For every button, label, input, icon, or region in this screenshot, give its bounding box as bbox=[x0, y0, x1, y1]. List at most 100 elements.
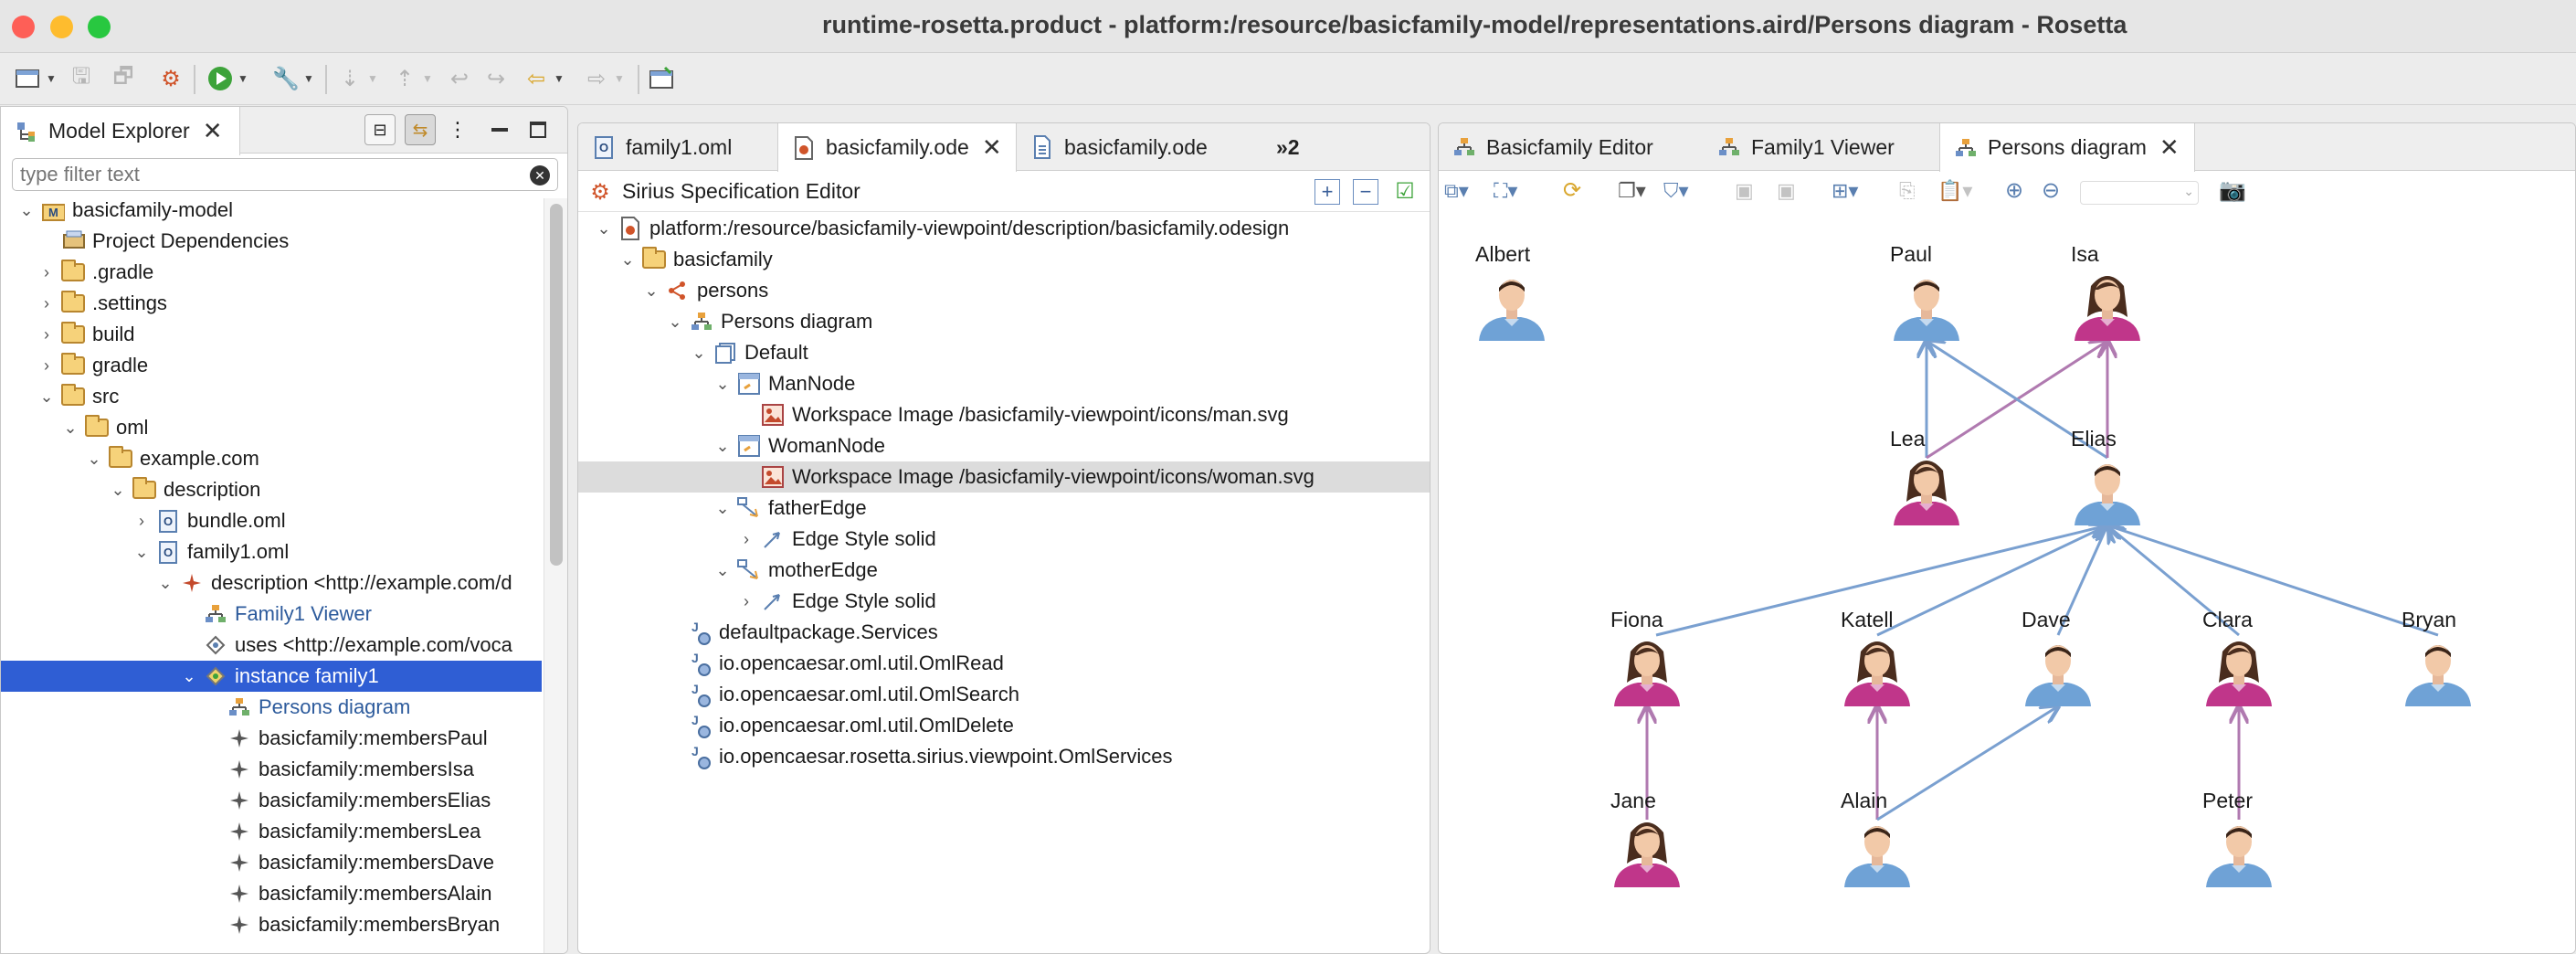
chevron-down-icon[interactable]: ⌄ bbox=[618, 244, 637, 275]
zoom-in-icon[interactable]: ⊕ bbox=[2005, 177, 2023, 204]
tree-item[interactable]: Jio.opencaesar.oml.util.OmlRead bbox=[578, 648, 1430, 679]
paste-format-icon[interactable]: 📋▾ bbox=[1937, 179, 1972, 203]
person-node[interactable]: Alain bbox=[1841, 789, 1941, 907]
tab-basicfamily-ode-2[interactable]: basicfamily.ode bbox=[1017, 123, 1263, 171]
chevron-down-icon[interactable]: ⌄ bbox=[713, 368, 732, 399]
tree-item[interactable]: ⌄ Persons diagram bbox=[578, 306, 1430, 337]
chevron-down-icon[interactable]: ⌄ bbox=[180, 661, 198, 692]
person-node[interactable]: Dave bbox=[2022, 608, 2122, 726]
tree-item[interactable]: › Edge Style solid bbox=[578, 524, 1430, 555]
prev-annotation-button[interactable]: ⇡ ▼ bbox=[389, 61, 433, 96]
tree-item[interactable]: ⌄ WomanNode bbox=[578, 430, 1430, 461]
chevron-down-icon[interactable]: ⌄ bbox=[156, 567, 174, 599]
person-node[interactable]: Albert bbox=[1475, 242, 1576, 361]
tab-family1-viewer[interactable]: Family1 Viewer bbox=[1704, 123, 1939, 171]
chevron-right-icon[interactable]: › bbox=[37, 350, 56, 381]
tree-item[interactable]: basicfamily:membersBryan bbox=[1, 909, 542, 940]
scrollbar-thumb[interactable] bbox=[550, 204, 563, 566]
tree-item[interactable]: uses <http://example.com/voca bbox=[1, 630, 542, 661]
tree-item[interactable]: basicfamily:membersLea bbox=[1, 816, 542, 847]
chevron-down-icon[interactable]: ⌄ bbox=[642, 275, 660, 306]
next-annotation-button[interactable]: ⇣ ▼ bbox=[334, 61, 378, 96]
close-icon[interactable]: ✕ bbox=[2159, 133, 2180, 162]
chevron-down-icon[interactable]: ⌄ bbox=[713, 555, 732, 586]
tree-item[interactable]: basicfamily:membersDave bbox=[1, 847, 542, 878]
person-node[interactable]: Paul bbox=[1890, 242, 1990, 361]
chevron-down-icon[interactable]: ⌄ bbox=[690, 337, 708, 368]
person-node[interactable]: Elias bbox=[2071, 427, 2171, 546]
refresh-icon[interactable]: ⟳ bbox=[1563, 177, 1581, 204]
collapse-all-button[interactable]: ⊟ bbox=[364, 114, 396, 145]
person-node[interactable]: Fiona bbox=[1610, 608, 1711, 726]
tree-item[interactable]: ⌄ description <http://example.com/d bbox=[1, 567, 542, 599]
more-tabs-button[interactable]: »2 bbox=[1263, 123, 1336, 171]
arrange-icon[interactable]: ⧉▾ bbox=[1444, 179, 1469, 203]
zoom-out-icon[interactable]: ⊖ bbox=[2042, 177, 2060, 204]
unpin-icon[interactable]: ▣ bbox=[1777, 179, 1796, 203]
tree-item[interactable]: ⌄ motherEdge bbox=[578, 555, 1430, 586]
close-icon[interactable]: ✕ bbox=[982, 133, 1002, 162]
person-node[interactable]: Lea bbox=[1890, 427, 1990, 546]
chevron-right-icon[interactable]: › bbox=[737, 524, 755, 555]
tree-item[interactable]: ⌄ Ofamily1.oml bbox=[1, 536, 542, 567]
tree-item[interactable]: ⌄ persons bbox=[578, 275, 1430, 306]
chevron-down-icon[interactable]: ⌄ bbox=[713, 493, 732, 524]
tree-scrollbar[interactable] bbox=[544, 198, 567, 953]
select-icon[interactable]: ⛶▾ bbox=[1494, 179, 1517, 203]
close-icon[interactable]: ✕ bbox=[203, 117, 223, 145]
tree-item[interactable]: ⌄ Default bbox=[578, 337, 1430, 368]
tree-item[interactable]: › .gradle bbox=[1, 257, 542, 288]
chevron-right-icon[interactable]: › bbox=[737, 586, 755, 617]
layers-icon[interactable]: ❐▾ bbox=[1618, 179, 1646, 203]
tree-item[interactable]: ⌄ platform:/resource/basicfamily-viewpoin… bbox=[578, 213, 1430, 244]
filter-icon[interactable]: ⛉▾ bbox=[1663, 179, 1689, 203]
person-node[interactable]: Bryan bbox=[2402, 608, 2502, 726]
tree-item[interactable]: ⌄ fatherEdge bbox=[578, 493, 1430, 524]
chevron-down-icon[interactable]: ⌄ bbox=[595, 213, 613, 244]
tree-item[interactable]: ⌄ description bbox=[1, 474, 542, 505]
tree-item[interactable]: basicfamily:membersIsa bbox=[1, 754, 542, 785]
close-window-button[interactable] bbox=[12, 16, 35, 38]
tree-item[interactable]: ⌄ ManNode bbox=[578, 368, 1430, 399]
minimize-window-button[interactable] bbox=[50, 16, 73, 38]
person-node[interactable]: Jane bbox=[1610, 789, 1711, 907]
tree-item[interactable]: Jio.opencaesar.rosetta.sirius.viewpoint.… bbox=[578, 741, 1430, 772]
person-node[interactable]: Katell bbox=[1841, 608, 1941, 726]
expand-all-icon[interactable]: + bbox=[1314, 179, 1340, 205]
tree-item[interactable]: › build bbox=[1, 319, 542, 350]
tree-item[interactable]: Project Dependencies bbox=[1, 226, 542, 257]
chevron-down-icon[interactable]: ⌄ bbox=[85, 443, 103, 474]
chevron-down-icon[interactable]: ⌄ bbox=[109, 474, 127, 505]
new-button[interactable]: ▼ bbox=[13, 61, 57, 96]
open-perspective-button[interactable] bbox=[647, 61, 678, 96]
tree-item[interactable]: Jio.opencaesar.oml.util.OmlSearch bbox=[578, 679, 1430, 710]
tree-item[interactable]: Family1 Viewer bbox=[1, 599, 542, 630]
tree-item[interactable]: basicfamily:membersAlain bbox=[1, 878, 542, 909]
chevron-down-icon[interactable]: ⌄ bbox=[37, 381, 56, 412]
tree-item[interactable]: basicfamily:membersPaul bbox=[1, 723, 542, 754]
clear-filter-icon[interactable]: ✕ bbox=[530, 165, 550, 186]
tree-item[interactable]: ⌄ basicfamily bbox=[578, 244, 1430, 275]
tree-item[interactable]: › Edge Style solid bbox=[578, 586, 1430, 617]
tree-item[interactable]: ⌄ Mbasicfamily-model bbox=[1, 195, 542, 226]
save-button[interactable]: 🖫 bbox=[66, 61, 97, 96]
pin-icon[interactable]: ▣ bbox=[1735, 179, 1754, 203]
view-menu-button[interactable]: ⋮ bbox=[448, 114, 468, 145]
tree-item[interactable]: Persons diagram bbox=[1, 692, 542, 723]
chevron-down-icon[interactable]: ⌄ bbox=[132, 536, 151, 567]
tree-item[interactable]: basicfamily:membersElias bbox=[1, 785, 542, 816]
tree-item[interactable]: Jio.opencaesar.oml.util.OmlDelete bbox=[578, 710, 1430, 741]
chevron-right-icon[interactable]: › bbox=[37, 319, 56, 350]
tree-item[interactable]: ⌄ oml bbox=[1, 412, 542, 443]
maximize-view-button[interactable] bbox=[527, 114, 549, 145]
tab-persons-diagram[interactable]: Persons diagram ✕ bbox=[1939, 123, 2195, 172]
run-button[interactable]: ▼ bbox=[205, 61, 248, 96]
tree-item[interactable]: Jdefaultpackage.Services bbox=[578, 617, 1430, 648]
diagram-canvas[interactable]: Albert Paul Isa Lea Elias Fiona Katell Dave Clar… bbox=[1439, 215, 2575, 953]
collapse-all-icon[interactable]: − bbox=[1353, 179, 1378, 205]
save-all-button[interactable]: 🗗 bbox=[108, 61, 139, 96]
validate-icon[interactable]: ☑ bbox=[1391, 177, 1419, 205]
filter-input[interactable] bbox=[20, 162, 513, 187]
tree-item[interactable]: ⌄ example.com bbox=[1, 443, 542, 474]
copy-format-icon[interactable]: ⎘ bbox=[1899, 179, 1916, 203]
